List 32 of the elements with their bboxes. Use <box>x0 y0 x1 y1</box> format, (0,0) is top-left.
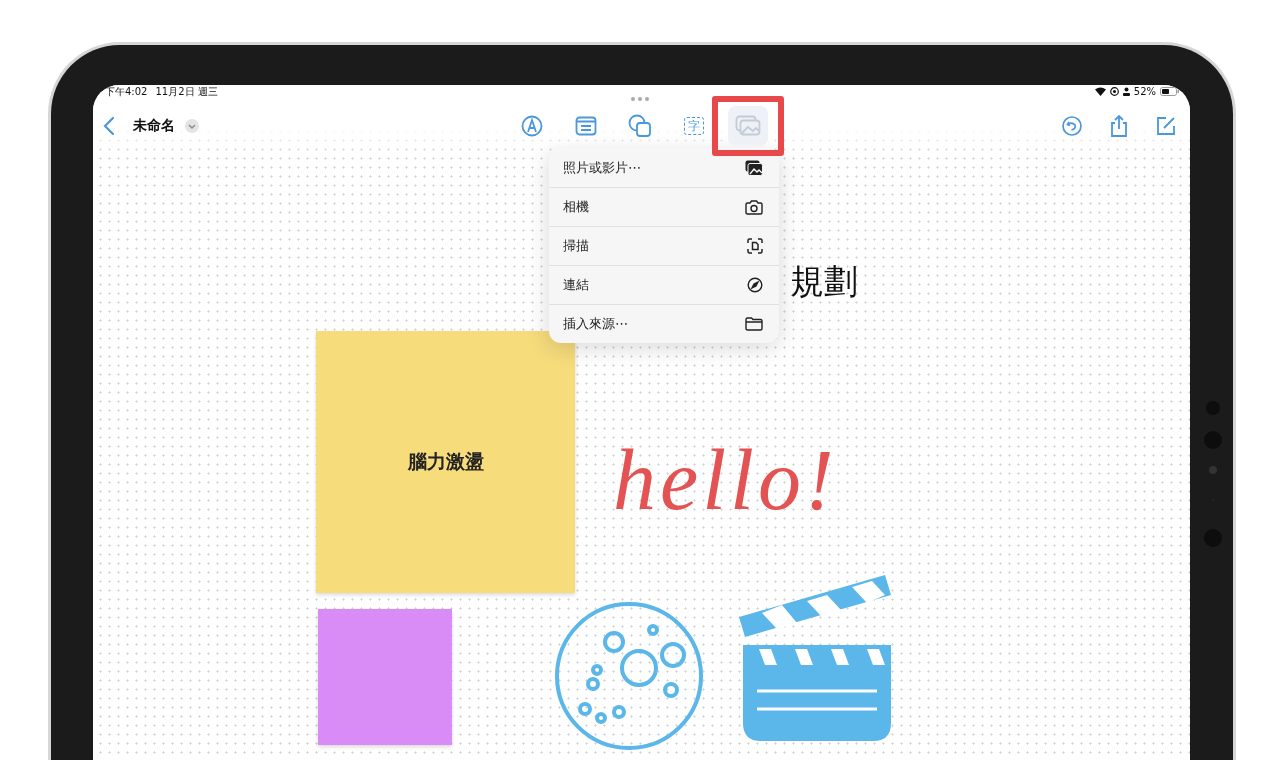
battery-percentage: 52% <box>1133 85 1156 98</box>
status-time: 下午4:02 <box>105 85 148 98</box>
compose-button[interactable] <box>1156 116 1176 136</box>
menu-item[interactable]: 連結 <box>549 265 779 304</box>
share-button[interactable] <box>1110 115 1128 137</box>
compass-icon <box>747 277 763 293</box>
person-icon <box>1122 87 1130 96</box>
shapes-icon <box>627 114 652 138</box>
photo-icon <box>734 115 761 137</box>
menu-item[interactable]: 照片或影片⋯ <box>549 148 779 187</box>
menu-item[interactable]: 插入來源⋯ <box>549 304 779 343</box>
board-title[interactable]: 未命名 <box>133 117 175 135</box>
scan-icon <box>747 238 763 254</box>
camera-icon <box>745 199 763 215</box>
battery-icon <box>1160 87 1180 96</box>
toolbar-button[interactable] <box>727 106 768 146</box>
note-icon <box>574 116 597 136</box>
menu-item[interactable]: 相機 <box>549 187 779 226</box>
focus-icon <box>1109 87 1119 96</box>
menu-item[interactable]: 掃描 <box>549 226 779 265</box>
sticky-note[interactable]: 腦力激盪 <box>316 331 575 593</box>
handwritten-text: hello! <box>613 431 838 530</box>
undo-button[interactable] <box>1062 116 1082 136</box>
photos-icon <box>745 159 763 176</box>
more-dots-icon[interactable] <box>630 97 649 101</box>
wifi-icon <box>1094 87 1106 96</box>
title-menu-button[interactable] <box>185 119 199 133</box>
folder-icon <box>745 317 763 331</box>
pen-tip-icon <box>520 115 543 137</box>
board-heading: 規劃 <box>790 260 858 303</box>
back-button[interactable] <box>103 116 115 136</box>
status-date: 11月2日 週三 <box>155 85 218 98</box>
